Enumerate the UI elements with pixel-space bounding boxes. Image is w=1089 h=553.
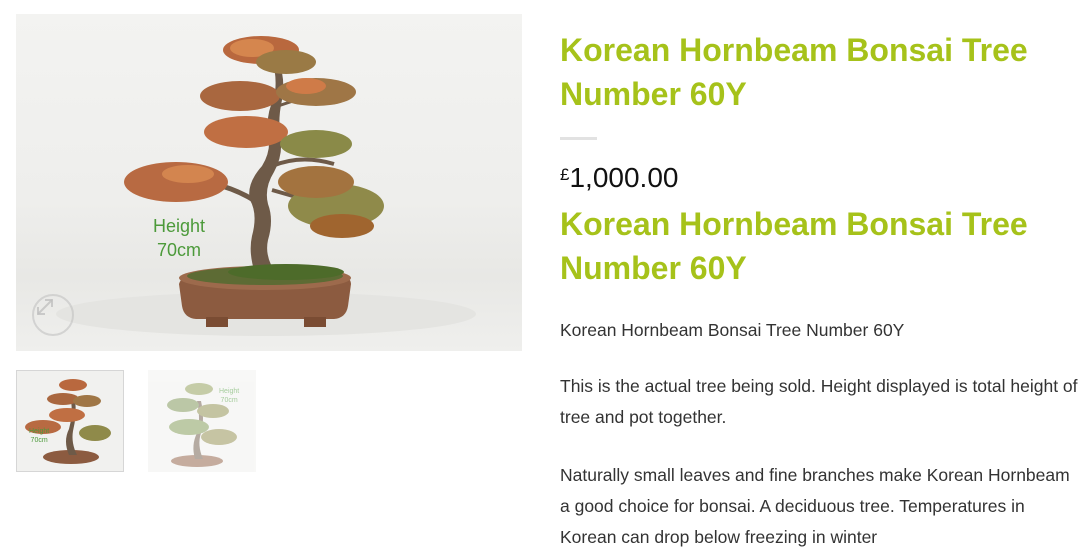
thumbnail-2-label-title: Height (219, 388, 240, 395)
product-summary: Korean Hornbeam Bonsai Tree Number 60Y £… (560, 28, 1080, 553)
description-heading: Korean Hornbeam Bonsai Tree Number 60Y (560, 206, 1028, 286)
thumbnail-1[interactable]: Height 70cm (16, 370, 124, 472)
thumbnail-1-label-title: Height (29, 428, 50, 435)
currency-symbol: £ (560, 165, 570, 184)
product-main-image[interactable]: Height 70cm (16, 14, 522, 351)
thumbnail-2-label: Height 70cm (219, 387, 239, 405)
bonsai-tree-illustration (56, 36, 476, 336)
description-paragraph-1: Korean Hornbeam Bonsai Tree Number 60Y (560, 320, 905, 340)
height-label: Height 70cm (142, 214, 216, 262)
expand-arrows-icon (37, 299, 53, 315)
thumbnail-2[interactable]: Height 70cm (148, 370, 256, 472)
price-amount: 1,000.00 (569, 162, 679, 193)
thumbnail-2-label-value: 70cm (220, 397, 238, 404)
height-label-value: 70cm (156, 240, 201, 260)
thumbnail-1-label-value: 70cm (30, 437, 48, 444)
thumbnail-1-label: Height 70cm (29, 427, 49, 445)
description-paragraph-2: This is the actual tree being sold. Heig… (560, 376, 1078, 427)
title-divider (560, 137, 597, 140)
product-price: £1,000.00 (560, 160, 1080, 196)
zoom-button[interactable] (32, 294, 74, 336)
product-title: Korean Hornbeam Bonsai Tree Number 60Y (560, 32, 1028, 112)
height-label-title: Height (152, 216, 206, 236)
description-paragraph-3: Naturally small leaves and fine branches… (560, 465, 1070, 547)
thumbnail-2-image (167, 383, 237, 467)
thumbnail-1-image (25, 379, 111, 464)
